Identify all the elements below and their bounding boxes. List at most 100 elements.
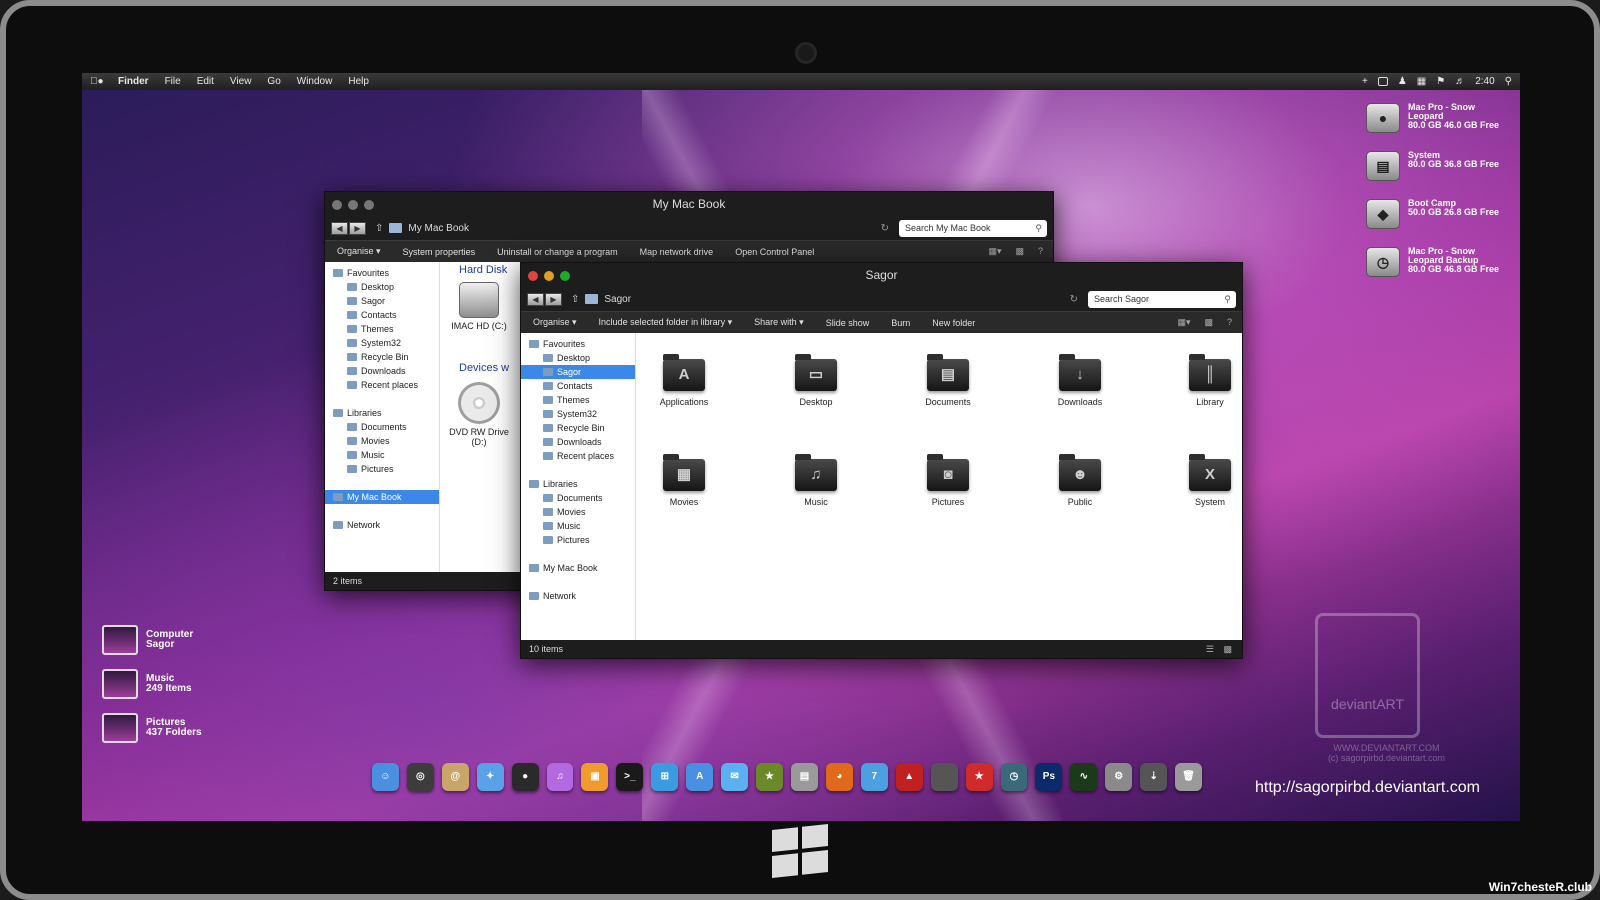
drive-dvd-rw[interactable]: DVD RW Drive (D:): [449, 382, 509, 447]
nav-item-sagor[interactable]: Sagor: [521, 365, 635, 379]
menu-view[interactable]: View: [230, 76, 252, 87]
drive-system[interactable]: ▤ System 80.0 GB 36.8 GB Free: [1366, 151, 1516, 199]
app-store-icon[interactable]: A: [686, 763, 714, 791]
mail-icon[interactable]: ✉: [721, 763, 749, 791]
slide-show-button[interactable]: Slide show: [826, 318, 870, 328]
folder-documents[interactable]: ▤ Documents: [903, 354, 993, 407]
menu-app-name[interactable]: Finder: [118, 76, 149, 87]
window-titlebar[interactable]: Sagor: [521, 263, 1242, 287]
minimize-button[interactable]: [544, 271, 554, 281]
blank-app-icon[interactable]: [930, 763, 958, 791]
up-arrow-icon[interactable]: ⇧: [375, 223, 383, 234]
desktop-item-computer[interactable]: Computer Sagor: [102, 618, 202, 662]
desktop-item-pictures[interactable]: Pictures 437 Folders: [102, 706, 202, 750]
nav-item-documents[interactable]: Documents: [521, 491, 635, 505]
menu-window[interactable]: Window: [297, 76, 333, 87]
message-icon[interactable]: [1377, 77, 1388, 86]
folder-library[interactable]: ║ Library: [1165, 354, 1255, 407]
back-button[interactable]: ◀: [331, 221, 348, 235]
nav-item-pictures[interactable]: Pictures: [521, 533, 635, 547]
window-sagor[interactable]: Sagor ◀ ▶ ⇧ Sagor ↻ Search Sagor ⚲ Organ…: [520, 262, 1243, 659]
uninstall-button[interactable]: Uninstall or change a program: [497, 247, 618, 257]
folder-desktop[interactable]: ▭ Desktop: [771, 354, 861, 407]
up-arrow-icon[interactable]: ⇧: [571, 294, 579, 305]
dashboard-icon[interactable]: ◎: [406, 763, 434, 791]
downloads-stack-icon[interactable]: ⇣: [1140, 763, 1168, 791]
nav-item-system32[interactable]: System32: [521, 407, 635, 421]
system-preferences-icon[interactable]: ⚙: [1105, 763, 1133, 791]
folder-public[interactable]: ☻ Public: [1035, 454, 1125, 507]
nav-network[interactable]: Network: [325, 518, 439, 532]
clock[interactable]: 2:40: [1475, 76, 1494, 87]
view-options-icon[interactable]: ▦▾: [1177, 317, 1190, 328]
nav-item-downloads[interactable]: Downloads: [521, 435, 635, 449]
nav-item-pictures[interactable]: Pictures: [325, 462, 439, 476]
nav-computer[interactable]: My Mac Book: [521, 561, 635, 575]
nav-item-themes[interactable]: Themes: [325, 322, 439, 336]
nav-item-system32[interactable]: System32: [325, 336, 439, 350]
nav-network[interactable]: Network: [521, 589, 635, 603]
back-button[interactable]: ◀: [527, 292, 544, 306]
trash-icon[interactable]: 🗑: [1175, 763, 1203, 791]
search-input[interactable]: Search My Mac Book ⚲: [899, 219, 1047, 237]
windows-icon[interactable]: ⊞: [651, 763, 679, 791]
preview-pane-icon[interactable]: ▩: [1015, 246, 1024, 257]
nav-libraries[interactable]: Libraries: [521, 477, 635, 491]
window-titlebar[interactable]: My Mac Book: [325, 192, 1053, 216]
nav-item-documents[interactable]: Documents: [325, 420, 439, 434]
nav-libraries[interactable]: Libraries: [325, 406, 439, 420]
finder-icon[interactable]: ☺: [371, 763, 399, 791]
pdf-icon[interactable]: ▲: [895, 763, 923, 791]
breadcrumb[interactable]: My Mac Book: [408, 223, 469, 234]
flag-icon[interactable]: ⚑: [1436, 76, 1445, 87]
folder-system[interactable]: X System: [1165, 454, 1255, 507]
map-network-drive-button[interactable]: Map network drive: [640, 247, 714, 257]
refresh-icon[interactable]: ↻: [1070, 294, 1078, 305]
nav-item-recent-places[interactable]: Recent places: [521, 449, 635, 463]
nav-item-desktop[interactable]: Desktop: [325, 280, 439, 294]
activity-monitor-icon[interactable]: ∿: [1070, 763, 1098, 791]
organise-button[interactable]: Organise ▾: [533, 317, 577, 328]
ipod-icon[interactable]: ▣: [581, 763, 609, 791]
nav-item-recent-places[interactable]: Recent places: [325, 378, 439, 392]
details-view-icon[interactable]: ☰: [1206, 640, 1214, 658]
folder-applications[interactable]: A Applications: [639, 354, 729, 407]
firefox-icon[interactable]: ◕: [825, 763, 853, 791]
search-input[interactable]: Search Sagor ⚲: [1088, 290, 1236, 308]
breadcrumb[interactable]: Sagor: [604, 294, 631, 305]
desktop-item-music[interactable]: Music 249 Items: [102, 662, 202, 706]
star-app-icon[interactable]: ★: [965, 763, 993, 791]
nav-favourites[interactable]: Favourites: [325, 266, 439, 280]
nav-item-movies[interactable]: Movies: [325, 434, 439, 448]
nav-computer[interactable]: My Mac Book: [325, 490, 439, 504]
drive-imac-hd[interactable]: IMAC HD (C:): [449, 282, 509, 331]
nav-item-downloads[interactable]: Downloads: [325, 364, 439, 378]
volume-icon[interactable]: ♬: [1455, 76, 1465, 87]
messenger-icon[interactable]: ★: [756, 763, 783, 791]
windows-7-icon[interactable]: 7: [860, 763, 888, 791]
close-button[interactable]: [332, 200, 342, 210]
menu-go[interactable]: Go: [267, 76, 280, 87]
windows-logo-icon[interactable]: [772, 824, 828, 878]
new-folder-button[interactable]: New folder: [932, 318, 975, 328]
system-properties-button[interactable]: System properties: [403, 247, 476, 257]
forward-button[interactable]: ▶: [545, 292, 562, 306]
nav-item-movies[interactable]: Movies: [521, 505, 635, 519]
nav-item-music[interactable]: Music: [521, 519, 635, 533]
drive-boot-camp[interactable]: ◆ Boot Camp 50.0 GB 26.8 GB Free: [1366, 199, 1516, 247]
minimize-button[interactable]: [348, 200, 358, 210]
zoom-button[interactable]: [560, 271, 570, 281]
large-icons-view-icon[interactable]: ▩: [1223, 640, 1232, 658]
folder-downloads[interactable]: ↓ Downloads: [1035, 354, 1125, 407]
nav-item-contacts[interactable]: Contacts: [521, 379, 635, 393]
drive-backup[interactable]: ◷ Mac Pro - Snow Leopard Backup 80.0 GB …: [1366, 247, 1516, 295]
view-options-icon[interactable]: ▦▾: [988, 246, 1001, 257]
menu-edit[interactable]: Edit: [197, 76, 214, 87]
help-icon[interactable]: ?: [1038, 246, 1043, 257]
zoom-button[interactable]: [364, 200, 374, 210]
nav-favourites[interactable]: Favourites: [521, 337, 635, 351]
time-machine-icon[interactable]: ◷: [1000, 763, 1028, 791]
address-book-icon[interactable]: @: [441, 763, 469, 791]
open-control-panel-button[interactable]: Open Control Panel: [735, 247, 814, 257]
share-with-button[interactable]: Share with ▾: [754, 317, 804, 328]
